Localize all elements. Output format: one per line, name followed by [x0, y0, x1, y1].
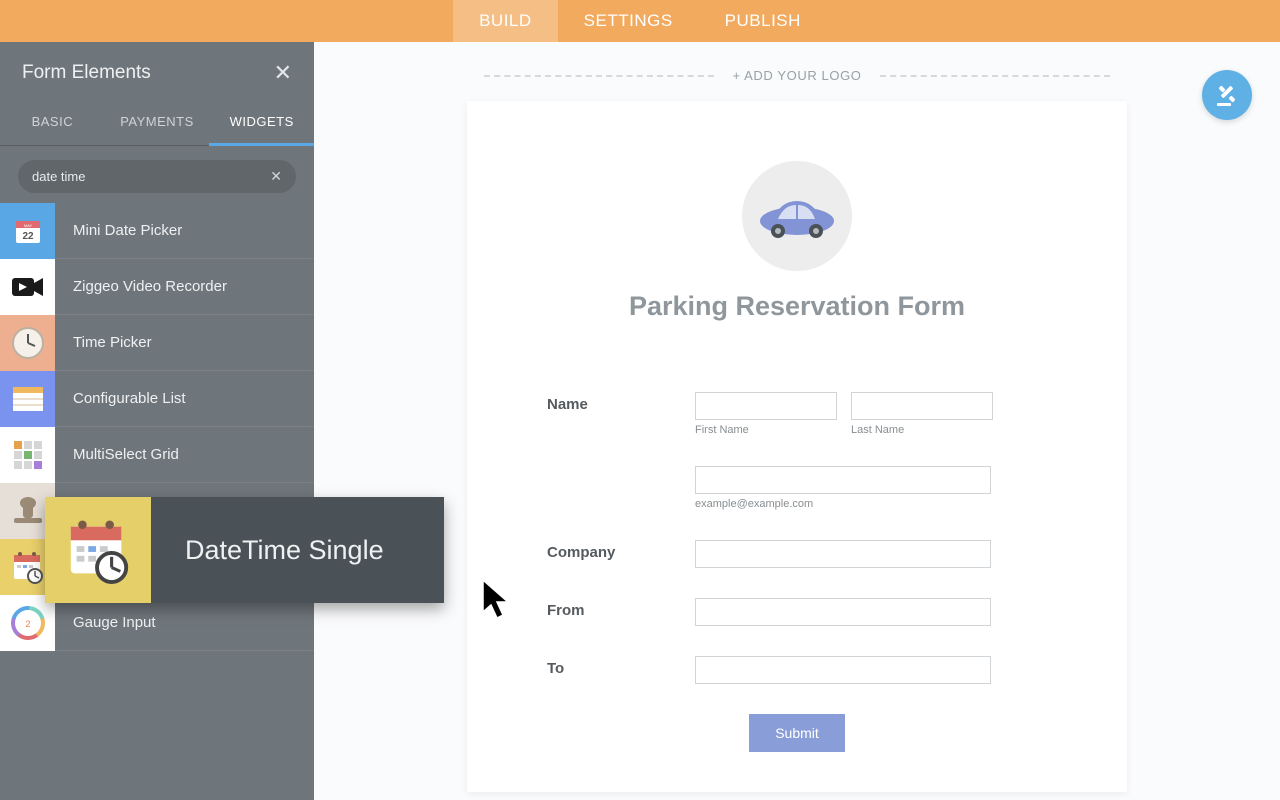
form-logo — [742, 161, 852, 271]
widget-label: Configurable List — [73, 390, 186, 407]
widget-configurable-list[interactable]: Configurable List — [0, 371, 314, 427]
nav-tab-settings[interactable]: SETTINGS — [558, 0, 699, 42]
svg-text:22: 22 — [22, 231, 34, 242]
close-icon[interactable]: ✕ — [274, 60, 292, 86]
clear-search-icon[interactable]: ✕ — [262, 168, 282, 185]
field-label-name: Name — [547, 392, 695, 436]
submit-button[interactable]: Submit — [749, 714, 845, 752]
company-input[interactable] — [695, 540, 991, 568]
sidebar-title: Form Elements — [22, 62, 151, 84]
gavel-icon — [1215, 83, 1239, 107]
list-icon — [0, 371, 55, 427]
sidebar-tab-payments[interactable]: PAYMENTS — [105, 100, 210, 145]
dragging-widget-label: DateTime Single — [151, 535, 444, 566]
divider — [880, 75, 1110, 77]
divider — [484, 75, 714, 77]
dragging-widget[interactable]: DateTime Single — [45, 497, 444, 603]
widget-ziggeo-video[interactable]: Ziggeo Video Recorder — [0, 259, 314, 315]
field-label-from: From — [547, 598, 695, 626]
grid-icon — [0, 427, 55, 483]
sidebar-tab-basic[interactable]: BASIC — [0, 100, 105, 145]
form-elements-sidebar: Form Elements ✕ BASIC PAYMENTS WIDGETS ✕… — [0, 42, 314, 800]
widget-label: Mini Date Picker — [73, 222, 182, 239]
widget-time-picker[interactable]: Time Picker — [0, 315, 314, 371]
svg-text:MAY: MAY — [23, 223, 32, 228]
search-input[interactable] — [32, 169, 262, 184]
add-logo-button[interactable]: + ADD YOUR LOGO — [732, 68, 861, 83]
field-label-to: To — [547, 656, 695, 684]
last-name-input[interactable] — [851, 392, 993, 420]
widget-label: Time Picker — [73, 334, 152, 351]
nav-tab-build[interactable]: BUILD — [453, 0, 558, 42]
from-input[interactable] — [695, 598, 991, 626]
widget-search[interactable]: ✕ — [18, 160, 296, 193]
first-name-sub: First Name — [695, 424, 837, 436]
top-nav: BUILD SETTINGS PUBLISH — [0, 0, 1280, 42]
form-card: Parking Reservation Form Name First Name… — [467, 101, 1127, 792]
form-canvas: + ADD YOUR LOGO Parking Reservation Form… — [314, 42, 1280, 800]
last-name-sub: Last Name — [851, 424, 993, 436]
field-label-company: Company — [547, 540, 695, 568]
help-button[interactable] — [1202, 70, 1252, 120]
widget-multiselect-grid[interactable]: MultiSelect Grid — [0, 427, 314, 483]
sidebar-tab-widgets[interactable]: WIDGETS — [209, 100, 314, 146]
nav-tab-publish[interactable]: PUBLISH — [699, 0, 827, 42]
widget-mini-date-picker[interactable]: MAY 22 Mini Date Picker — [0, 203, 314, 259]
car-icon — [752, 191, 842, 241]
widget-gauge-input[interactable]: 2 Gauge Input — [0, 595, 314, 651]
widget-label: Ziggeo Video Recorder — [73, 278, 227, 295]
widget-label: MultiSelect Grid — [73, 446, 179, 463]
email-input[interactable] — [695, 466, 991, 494]
datetime-single-icon — [45, 497, 151, 603]
clock-icon — [0, 315, 55, 371]
video-icon — [0, 259, 55, 315]
first-name-input[interactable] — [695, 392, 837, 420]
form-title: Parking Reservation Form — [547, 291, 1047, 322]
widget-label: Gauge Input — [73, 614, 156, 631]
calendar-icon: MAY 22 — [0, 203, 55, 259]
email-sub: example@example.com — [695, 498, 991, 510]
to-input[interactable] — [695, 656, 991, 684]
field-label-email — [547, 466, 695, 510]
svg-text:2: 2 — [25, 619, 30, 629]
